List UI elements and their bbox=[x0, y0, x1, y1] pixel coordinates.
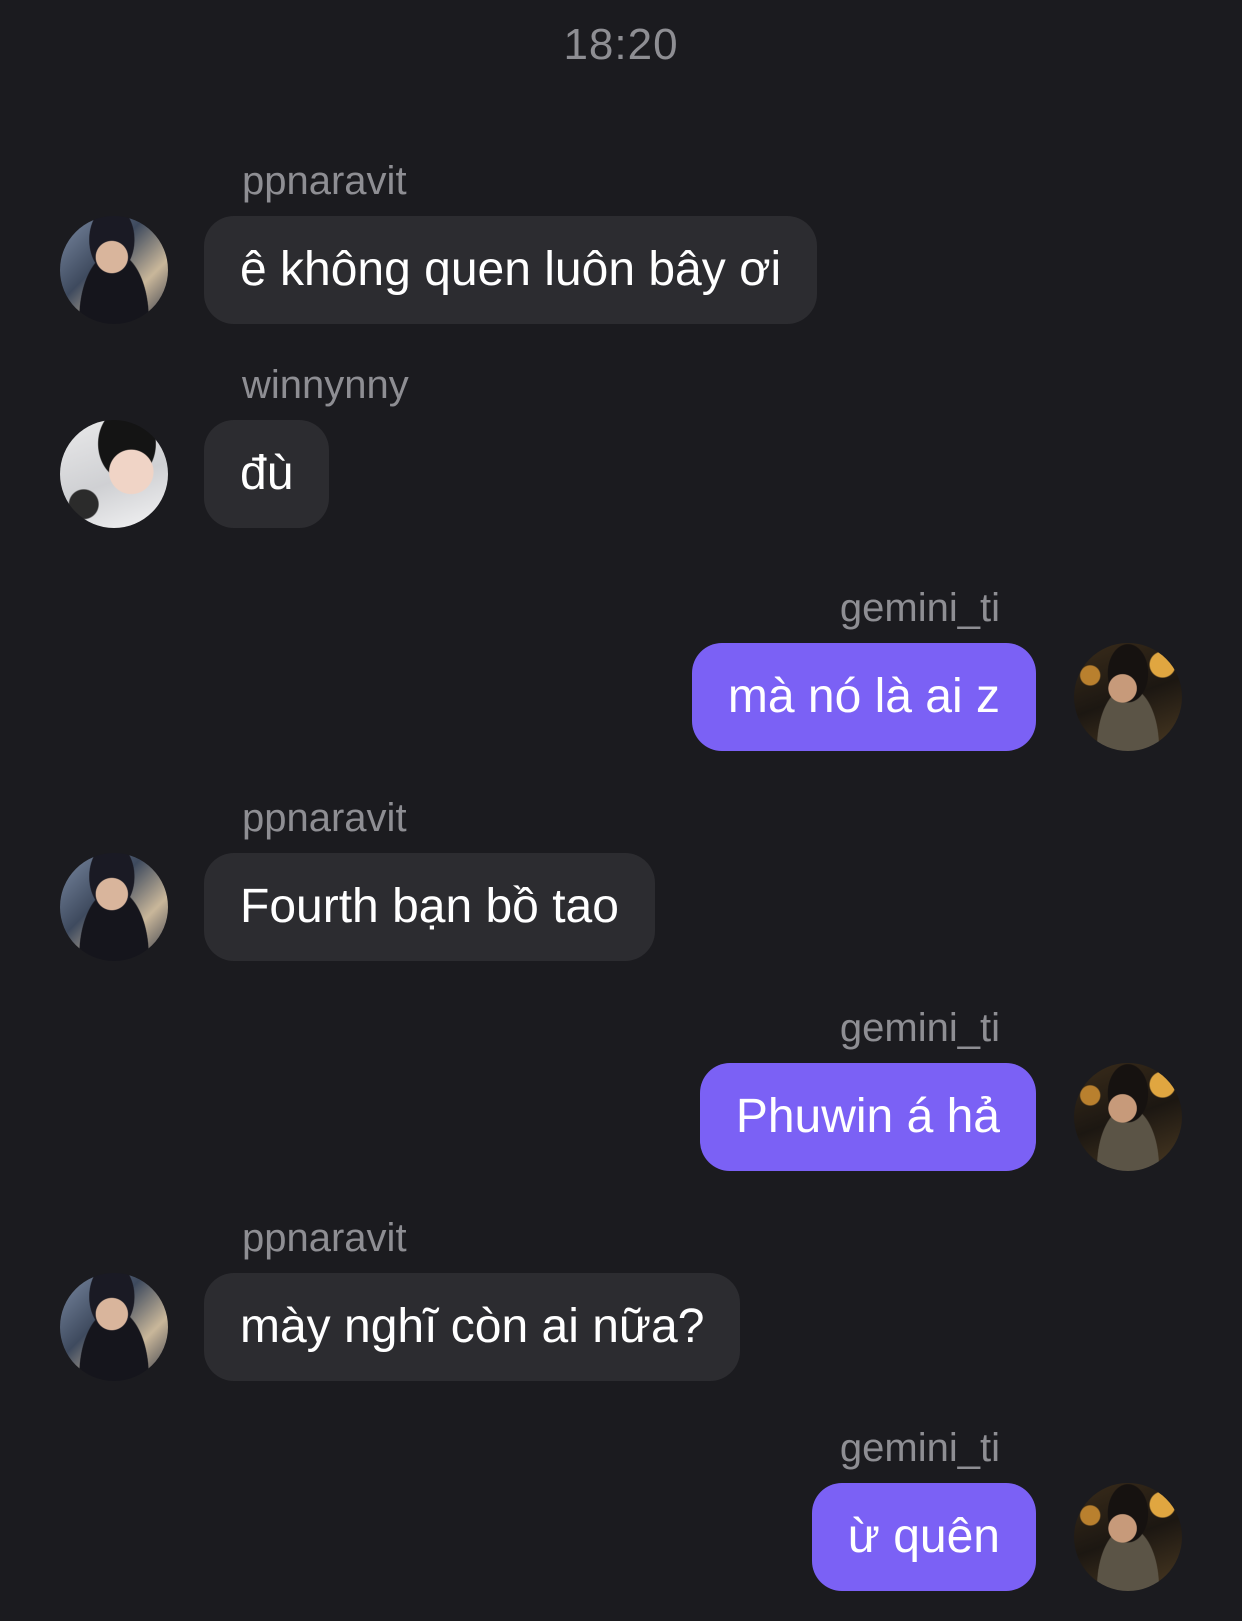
message-bubble[interactable]: đù bbox=[204, 420, 330, 528]
message-bubble[interactable]: Phuwin á hả bbox=[699, 1063, 1036, 1171]
message-row: gemini_ti ừ quên bbox=[0, 1425, 1242, 1605]
sender-name[interactable]: ppnaravit bbox=[242, 795, 407, 841]
avatar[interactable] bbox=[60, 853, 168, 961]
sender-name[interactable]: ppnaravit bbox=[242, 1215, 407, 1261]
message-row: ppnaravit ê không quen luôn bây ơi bbox=[0, 158, 1242, 338]
message-bubble[interactable]: ừ quên bbox=[811, 1483, 1036, 1591]
message-row: gemini_ti Phuwin á hả bbox=[0, 1005, 1242, 1185]
sender-name[interactable]: ppnaravit bbox=[242, 158, 407, 204]
avatar[interactable] bbox=[60, 1273, 168, 1381]
message-row: ppnaravit Fourth bạn bồ tao bbox=[0, 795, 1242, 975]
avatar[interactable] bbox=[1074, 1483, 1182, 1591]
sender-name[interactable]: gemini_ti bbox=[840, 1005, 1000, 1051]
message-row: ppnaravit mày nghĩ còn ai nữa? bbox=[0, 1215, 1242, 1395]
message-bubble[interactable]: mà nó là ai z bbox=[691, 643, 1036, 751]
avatar[interactable] bbox=[60, 420, 168, 528]
message-row: winnynny đù bbox=[0, 362, 1242, 542]
chat-timestamp: 18:20 bbox=[563, 20, 679, 69]
sender-name[interactable]: gemini_ti bbox=[840, 585, 1000, 631]
message-bubble[interactable]: mày nghĩ còn ai nữa? bbox=[204, 1273, 741, 1381]
avatar[interactable] bbox=[1074, 643, 1182, 751]
message-row: gemini_ti mà nó là ai z bbox=[0, 585, 1242, 765]
sender-name[interactable]: winnynny bbox=[242, 362, 409, 408]
message-bubble[interactable]: Fourth bạn bồ tao bbox=[204, 853, 655, 961]
message-bubble[interactable]: ê không quen luôn bây ơi bbox=[204, 216, 818, 324]
sender-name[interactable]: gemini_ti bbox=[840, 1425, 1000, 1471]
avatar[interactable] bbox=[60, 216, 168, 324]
avatar[interactable] bbox=[1074, 1063, 1182, 1171]
